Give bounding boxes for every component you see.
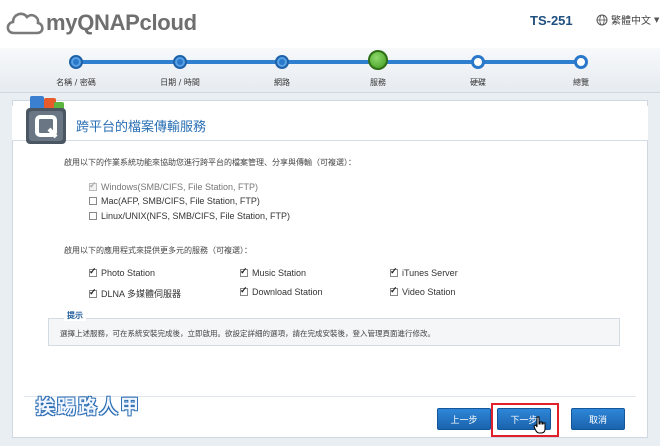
app-option-video-station[interactable]: Video Station [390,285,456,297]
top-header: myQNAPcloud TS-251 繁體中文 ▼ [0,0,660,48]
progress-line [76,60,584,64]
option-label: Download Station [252,287,323,297]
option-label: Mac(AFP, SMB/CIFS, File Station, FTP) [101,196,260,206]
os-intro-text: 啟用以下的作業系統功能來協助您進行跨平台的檔案管理、分享與傳輸（可複選）： [64,158,356,167]
step-dot-disk [471,55,485,69]
step-dot-summary [574,55,588,69]
step-dot-services [368,50,388,70]
panel-title: 跨平台的檔案傳輸服務 [76,120,207,135]
app-option-itunes-server[interactable]: iTunes Server [390,266,458,278]
step-label-services: 服務 [370,78,386,87]
hand-cursor-icon [533,416,546,434]
step-label-summary: 總覽 [573,78,589,87]
globe-icon [596,14,608,25]
hint-text: 選擇上述服務，可在系統安裝完成後，立即啟用。欲設定詳細的選項，請在完成安裝後，登… [60,329,435,338]
option-label: Linux/UNIX(NFS, SMB/CIFS, File Station, … [101,211,291,221]
app-option-photo-station[interactable]: Photo Station [89,266,156,278]
step-dot-date-time [173,55,187,69]
step-dot-name-password [69,55,83,69]
previous-button[interactable]: 上一步 [437,408,491,430]
option-label: Windows(SMB/CIFS, File Station, FTP) [101,182,259,192]
language-label: 繁體中文 [611,16,651,27]
app-intro-text: 啟用以下的應用程式來提供更多元的服務（可複選）： [64,246,252,255]
os-option-windows: Windows(SMB/CIFS, File Station, FTP) [89,180,259,192]
step-label-name-password: 名稱 / 密碼 [56,78,96,87]
checkbox[interactable] [390,285,398,296]
checkbox[interactable] [89,212,97,220]
checkbox[interactable] [240,266,248,277]
option-label: Music Station [252,268,307,278]
language-selector[interactable]: 繁體中文 ▼ [596,12,659,27]
brand-name: myQNAPcloud [46,10,197,35]
option-label: Photo Station [101,268,156,278]
option-label: iTunes Server [402,268,458,278]
step-label-disk: 硬碟 [470,78,486,87]
checkbox[interactable] [89,287,97,298]
app-option-dlna-server[interactable]: DLNA 多媒體伺服器 [89,287,181,300]
os-option-linux[interactable]: Linux/UNIX(NFS, SMB/CIFS, File Station, … [89,211,290,221]
app-option-download-station[interactable]: Download Station [240,285,323,297]
step-dot-network [275,55,289,69]
watermark-text: 挨踢路人甲 [36,396,142,418]
step-label-date-time: 日期 / 時間 [160,78,200,87]
app-option-music-station[interactable]: Music Station [240,266,307,278]
qnap-services-icon [26,96,66,144]
device-model: TS-251 [530,13,573,28]
checkbox[interactable] [240,285,248,296]
checkbox [89,180,97,191]
os-option-mac[interactable]: Mac(AFP, SMB/CIFS, File Station, FTP) [89,196,260,206]
checkbox[interactable] [89,197,97,205]
hint-label: 提示 [64,310,86,321]
step-label-network: 網路 [274,78,290,87]
next-button-highlight [491,403,559,437]
checkbox[interactable] [390,266,398,277]
option-label: Video Station [402,287,456,297]
checkbox[interactable] [89,266,97,277]
option-label: DLNA 多媒體伺服器 [101,289,182,299]
chevron-down-icon: ▼ [654,15,660,24]
cancel-button[interactable]: 取消 [571,408,625,430]
